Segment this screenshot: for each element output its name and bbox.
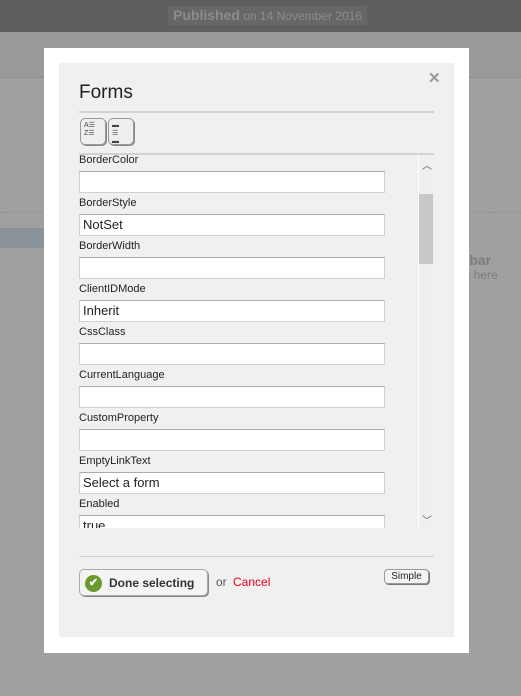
categorized-list-icon[interactable]: ▬ ☰ ▬ (108, 118, 134, 145)
chevron-down-icon[interactable]: ﹀ (422, 512, 432, 527)
chevron-up-icon[interactable]: ︿ (422, 157, 432, 172)
field-label: EmptyLinkText (79, 455, 151, 467)
done-selecting-button[interactable]: ✔ Done selecting (79, 569, 208, 596)
field-label: BorderStyle (79, 197, 137, 209)
field-label: BorderColor (79, 155, 139, 166)
dialog-title: Forms (79, 82, 133, 103)
field-label: ClientIDMode (79, 283, 146, 295)
field-input-customproperty[interactable] (79, 429, 385, 451)
field-input-currentlanguage[interactable] (79, 386, 385, 408)
field-input-borderwidth[interactable] (79, 257, 385, 279)
forms-dialog: ✕ Forms A☰ Z☰ ▬ ☰ ▬ BorderColor BorderStyle N… (44, 48, 469, 653)
scrollbar[interactable]: ︿ ﹀ (418, 155, 433, 528)
dialog-panel: ✕ Forms A☰ Z☰ ▬ ☰ ▬ BorderColor BorderStyle N… (59, 63, 454, 637)
cancel-link[interactable]: Cancel (233, 575, 270, 589)
divider (79, 556, 434, 557)
field-label: CustomProperty (79, 412, 159, 424)
field-label: Enabled (79, 498, 120, 510)
field-input-emptylinktext[interactable]: Select a form (79, 472, 385, 494)
divider (79, 111, 434, 113)
simple-button[interactable]: Simple (384, 569, 429, 584)
field-label: CurrentLanguage (79, 369, 165, 381)
top-bar: Published on 14 November 2016 (0, 0, 521, 32)
field-input-clientidmode[interactable]: Inherit (79, 300, 385, 322)
sort-alphabetical-icon[interactable]: A☰ Z☰ (80, 118, 106, 145)
check-icon: ✔ (85, 575, 102, 592)
field-label: BorderWidth (79, 240, 141, 252)
published-status: Published on 14 November 2016 (168, 6, 367, 25)
scrollbar-thumb[interactable] (419, 194, 433, 264)
field-input-cssclass[interactable] (79, 343, 385, 365)
field-label: CssClass (79, 326, 126, 338)
field-input-enabled[interactable]: true (79, 515, 385, 528)
field-input-bordercolor[interactable] (79, 171, 385, 193)
field-input-borderstyle[interactable]: NotSet (79, 214, 385, 236)
property-list: BorderColor BorderStyle NotSet BorderWidth C… (79, 155, 433, 528)
sidebar-placeholder: debar ts here (453, 252, 498, 282)
or-text: or (216, 575, 227, 589)
selected-row-band (0, 228, 44, 248)
close-icon[interactable]: ✕ (428, 69, 441, 87)
